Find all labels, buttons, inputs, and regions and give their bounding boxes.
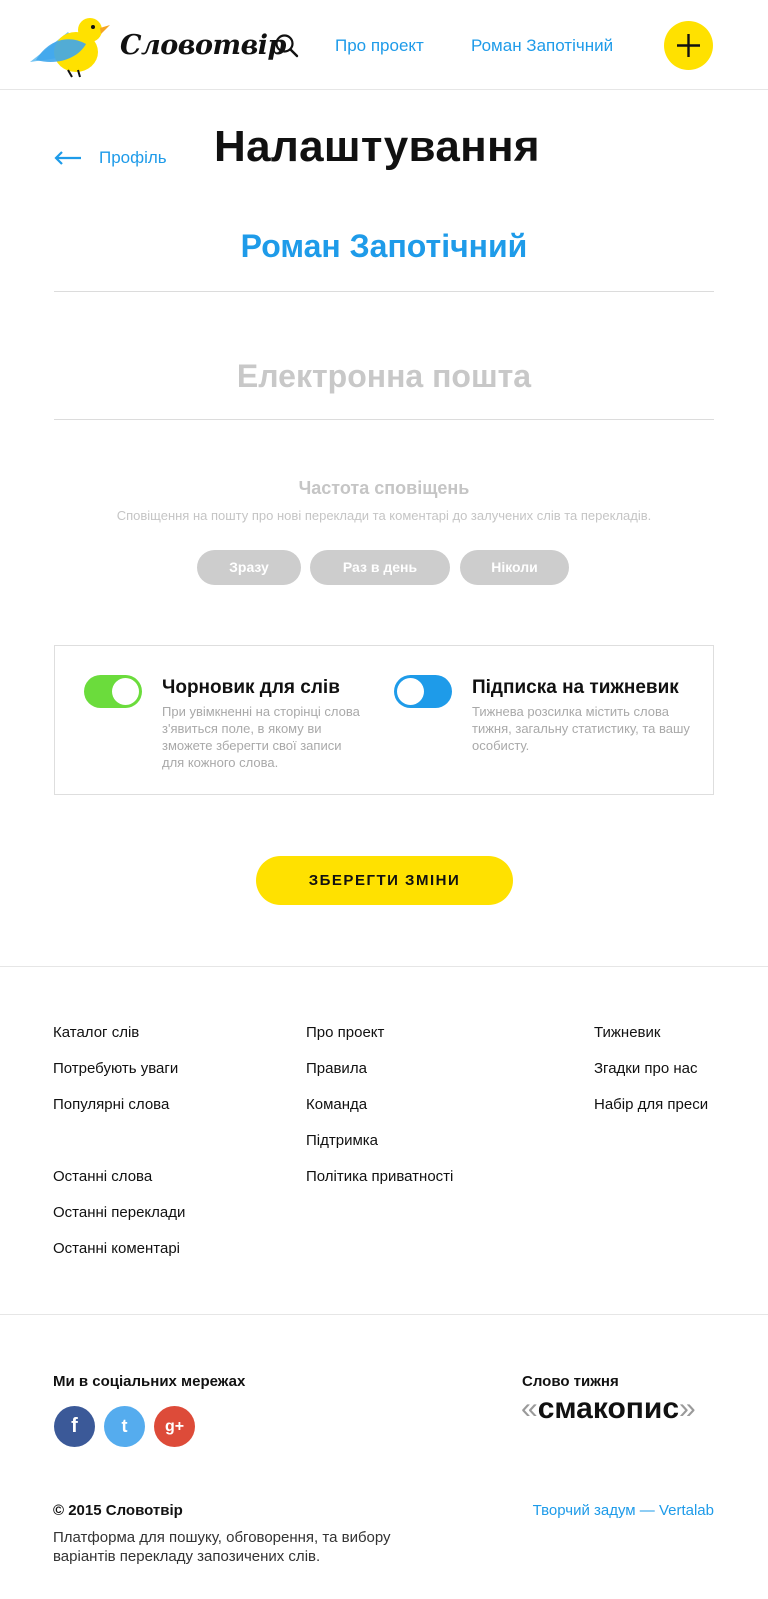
footer-divider bbox=[0, 1314, 768, 1315]
word-of-week-link[interactable]: «смакопис» bbox=[521, 1392, 696, 1426]
quote-open: « bbox=[521, 1392, 538, 1425]
divider bbox=[54, 291, 714, 292]
word-of-week: смакопис bbox=[537, 1392, 680, 1425]
draft-toggle-description: При увімкненні на сторінці слова з'явить… bbox=[162, 704, 360, 770]
footer-link-recent-translations[interactable]: Останні переклади bbox=[53, 1204, 185, 1221]
newsletter-toggle-description: Тижнева розсилка містить слова тижня, за… bbox=[472, 704, 690, 753]
footer-link-needs-attention[interactable]: Потребують уваги bbox=[53, 1060, 178, 1077]
footer-divider bbox=[0, 966, 768, 967]
footer-link-rules[interactable]: Правила bbox=[306, 1060, 367, 1077]
draft-toggle-title: Чорновик для слів bbox=[162, 677, 340, 698]
footer-link-catalog[interactable]: Каталог слів bbox=[53, 1024, 139, 1041]
back-to-profile-link[interactable]: Профіль bbox=[99, 148, 167, 168]
frequency-title: Частота сповіщень bbox=[298, 478, 470, 498]
footer-link-support[interactable]: Підтримка bbox=[306, 1132, 378, 1149]
footer-link-popular[interactable]: Популярні слова bbox=[53, 1096, 169, 1113]
frequency-option-daily[interactable]: Раз в день bbox=[310, 550, 450, 585]
footer-link-press-kit[interactable]: Набір для преси bbox=[594, 1096, 708, 1113]
footer-link-mentions[interactable]: Згадки про нас bbox=[594, 1060, 698, 1077]
tagline: Платформа для пошуку, обговорення, та ви… bbox=[53, 1529, 391, 1565]
credit-link[interactable]: Творчий задум — Vertalab bbox=[470, 1502, 714, 1519]
quote-close: » bbox=[679, 1392, 696, 1425]
plus-icon bbox=[677, 34, 700, 57]
toggles-panel: Чорновик для слів При увімкненні на стор… bbox=[54, 645, 714, 795]
nav-profile-link[interactable]: Роман Запотічний bbox=[471, 36, 613, 56]
add-word-button[interactable] bbox=[664, 21, 713, 70]
nav-about-link[interactable]: Про проект bbox=[335, 36, 424, 56]
save-changes-button[interactable]: ЗБЕРЕГТИ ЗМІНИ bbox=[256, 856, 513, 905]
social-title: Ми в соціальних мережах bbox=[53, 1373, 246, 1390]
footer-link-about[interactable]: Про проект bbox=[306, 1024, 384, 1041]
twitter-icon[interactable]: t bbox=[104, 1406, 145, 1447]
arrow-left-icon[interactable] bbox=[54, 151, 82, 165]
footer-link-recent-comments[interactable]: Останні коментарі bbox=[53, 1240, 180, 1257]
page-title: Налаштування bbox=[214, 122, 540, 171]
footer-link-privacy[interactable]: Політика приватності bbox=[306, 1168, 453, 1185]
logo-wordmark: Словотвір bbox=[120, 30, 286, 61]
frequency-option-immediately[interactable]: Зразу bbox=[197, 550, 301, 585]
user-name: Роман Запотічний bbox=[240, 228, 528, 264]
copyright: © 2015 Словотвір bbox=[53, 1502, 183, 1519]
toggle-knob bbox=[112, 678, 139, 705]
draft-toggle[interactable] bbox=[84, 675, 142, 708]
site-logo[interactable]: Словотвір bbox=[28, 14, 286, 78]
footer-link-team[interactable]: Команда bbox=[306, 1096, 367, 1113]
toggle-knob bbox=[397, 678, 424, 705]
email-underline bbox=[54, 419, 714, 420]
footer-link-weekly[interactable]: Тижневик bbox=[594, 1024, 660, 1041]
newsletter-toggle-title: Підписка на тижневик bbox=[472, 677, 679, 698]
facebook-icon[interactable]: f bbox=[54, 1406, 95, 1447]
newsletter-toggle[interactable] bbox=[394, 675, 452, 708]
google-plus-icon[interactable]: g+ bbox=[154, 1406, 195, 1447]
frequency-description: Сповіщення на пошту про нові переклади т… bbox=[116, 508, 652, 523]
bird-logo-icon bbox=[30, 18, 110, 78]
search-icon[interactable] bbox=[274, 33, 300, 59]
word-of-week-title: Слово тижня bbox=[522, 1373, 619, 1390]
footer-link-recent-words[interactable]: Останні слова bbox=[53, 1168, 152, 1185]
frequency-option-never[interactable]: Ніколи bbox=[460, 550, 569, 585]
email-field[interactable] bbox=[54, 350, 714, 402]
header: Словотвір Про проект Роман Запотічний bbox=[0, 0, 768, 90]
